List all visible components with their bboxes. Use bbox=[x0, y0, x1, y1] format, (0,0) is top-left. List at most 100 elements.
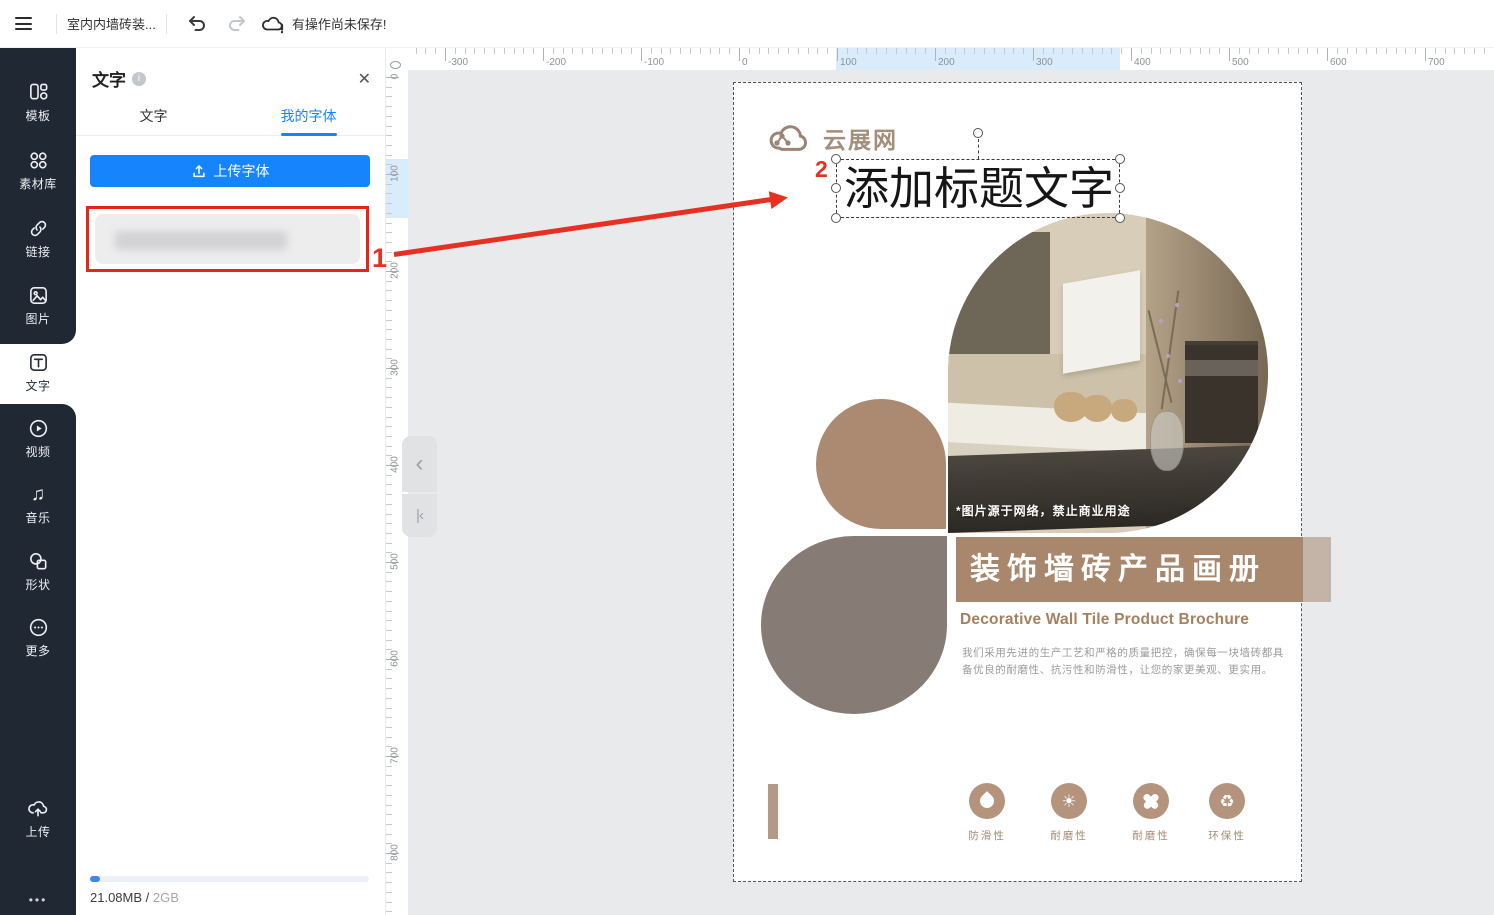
feature-wear-resistant-2[interactable]: 耐磨性 bbox=[1121, 783, 1181, 843]
topbar: 室内内墙砖装... 有操作尚未保存! bbox=[0, 0, 1494, 48]
panel-title: 文字 bbox=[92, 66, 126, 91]
ruler-origin-icon bbox=[390, 61, 401, 69]
redo-button[interactable] bbox=[220, 7, 254, 41]
undo-icon bbox=[186, 13, 208, 35]
horizontal-ruler[interactable]: -300-200-1000100200300400500600700 bbox=[408, 48, 1494, 70]
image-icon bbox=[28, 285, 49, 306]
app-root: 室内内墙砖装... 有操作尚未保存! 模板 素材库 链接 图 bbox=[0, 0, 1494, 915]
sidebar-item-text[interactable]: 文字 bbox=[0, 352, 76, 402]
feature-wear-resistant[interactable]: ☀ 耐磨性 bbox=[1039, 783, 1099, 843]
sidebar-item-label: 图片 bbox=[25, 310, 50, 327]
sidebar-item-label: 模板 bbox=[25, 107, 50, 124]
sidebar-item-label: 视频 bbox=[25, 443, 50, 460]
poster-body-text[interactable]: 我们采用先进的生产工艺和严格的质量把控，确保每一块墙砖都具 备优良的耐磨性、抗污… bbox=[962, 645, 1292, 679]
storage-total: 2GB bbox=[153, 890, 179, 905]
tab-my-fonts[interactable]: 我的字体 bbox=[231, 106, 386, 135]
resize-handle-bottom-right[interactable] bbox=[1115, 213, 1125, 223]
banner-overflow-segment bbox=[1303, 537, 1331, 602]
sidebar-item-music[interactable]: ♫ 音乐 bbox=[0, 484, 76, 534]
previous-page-button[interactable]: ‹ bbox=[402, 436, 437, 492]
text-icon bbox=[28, 352, 49, 373]
unsaved-message: 有操作尚未保存! bbox=[292, 14, 387, 33]
canvas[interactable]: 云展网 添加标题文字 bbox=[408, 70, 1494, 915]
brand-logo[interactable]: 云展网 bbox=[764, 119, 898, 157]
first-page-button[interactable]: |‹ bbox=[402, 494, 437, 537]
droplet-icon bbox=[977, 791, 997, 811]
cloud-network-logo bbox=[764, 119, 816, 157]
page-navigation: ‹ |‹ bbox=[402, 436, 437, 537]
panel-header: 文字 i ✕ bbox=[92, 66, 371, 91]
sidebar-overflow-dots[interactable]: ••• bbox=[0, 893, 76, 907]
body-line: 我们采用先进的生产工艺和严格的质量把控，确保每一块墙砖都具 bbox=[962, 645, 1292, 662]
hamburger-icon bbox=[15, 17, 32, 30]
gray-teardrop-shape[interactable] bbox=[761, 536, 947, 714]
arrow-head-icon bbox=[769, 188, 789, 208]
feature-row: 防滑性 ☀ 耐磨性 耐磨性 ♻ 环保性 bbox=[734, 783, 1303, 843]
feature-label: 耐磨性 bbox=[1121, 828, 1181, 843]
tan-teardrop-shape[interactable] bbox=[816, 399, 946, 529]
text-panel: 文字 i ✕ 文字 我的字体 上传字体 21.08MB / 2GB bbox=[76, 48, 386, 915]
tab-text[interactable]: 文字 bbox=[76, 106, 231, 135]
cloud-alert-icon bbox=[261, 13, 287, 35]
undo-button[interactable] bbox=[180, 7, 214, 41]
document-title: 室内内墙砖装... bbox=[67, 14, 156, 33]
music-icon: ♫ bbox=[31, 484, 45, 505]
upload-font-icon bbox=[191, 163, 207, 179]
resize-handle-top-left[interactable] bbox=[831, 154, 841, 164]
resize-handle-mid-left[interactable] bbox=[831, 183, 841, 193]
censored-font-name bbox=[115, 231, 287, 250]
upload-font-button[interactable]: 上传字体 bbox=[90, 155, 370, 187]
sidebar-item-images[interactable]: 图片 bbox=[0, 285, 76, 335]
recycle-icon: ♻ bbox=[1219, 793, 1234, 810]
storage-used: 21.08MB bbox=[90, 890, 142, 905]
upload-font-label: 上传字体 bbox=[214, 161, 270, 181]
resize-handle-mid-right[interactable] bbox=[1115, 183, 1125, 193]
save-status: 有操作尚未保存! bbox=[261, 13, 387, 35]
sidebar-item-label: 上传 bbox=[25, 823, 50, 840]
resize-handle-top-right[interactable] bbox=[1115, 154, 1125, 164]
assets-icon bbox=[28, 150, 49, 171]
video-icon bbox=[28, 418, 49, 439]
image-source-caption: *图片源于网络，禁止商业用途 bbox=[956, 502, 1131, 519]
annotation-step-1: 1 bbox=[372, 243, 387, 274]
hamburger-menu-button[interactable] bbox=[0, 0, 46, 48]
storage-indicator: 21.08MB / 2GB bbox=[90, 876, 369, 905]
chevron-left-icon: ‹ bbox=[416, 450, 424, 478]
sidebar-item-label: 形状 bbox=[25, 576, 50, 593]
rotation-handle[interactable] bbox=[973, 128, 983, 138]
sidebar-item-label: 更多 bbox=[25, 642, 50, 659]
sidebar-item-templates[interactable]: 模板 bbox=[0, 82, 76, 132]
upload-icon bbox=[27, 798, 49, 819]
poster-subtitle[interactable]: Decorative Wall Tile Product Brochure bbox=[960, 611, 1249, 629]
kitchen-photo[interactable] bbox=[948, 213, 1268, 533]
sidebar-item-label: 文字 bbox=[25, 377, 50, 394]
shape-icon bbox=[28, 551, 49, 572]
topbar-divider bbox=[56, 14, 57, 34]
active-tab-underline bbox=[281, 133, 337, 136]
sidebar-item-shapes[interactable]: 形状 bbox=[0, 551, 76, 601]
annotation-step-2: 2 bbox=[815, 156, 828, 183]
skip-to-first-icon: |‹ bbox=[416, 507, 423, 524]
selection-bounding-box[interactable] bbox=[836, 159, 1120, 218]
close-icon[interactable]: ✕ bbox=[358, 69, 371, 89]
feature-anti-slip[interactable]: 防滑性 bbox=[957, 783, 1017, 843]
more-icon bbox=[28, 617, 49, 638]
feature-eco-friendly[interactable]: ♻ 环保性 bbox=[1197, 783, 1257, 843]
resize-handle-bottom-left[interactable] bbox=[831, 213, 841, 223]
rotation-handle-line bbox=[978, 139, 979, 159]
sidebar-item-assets[interactable]: 素材库 bbox=[0, 150, 76, 200]
sidebar-item-links[interactable]: 链接 bbox=[0, 218, 76, 268]
sidebar-item-upload[interactable]: 上传 bbox=[0, 798, 76, 848]
uploaded-font-item[interactable] bbox=[95, 214, 360, 264]
ruler-corner[interactable] bbox=[386, 48, 408, 70]
sidebar-item-label: 链接 bbox=[25, 243, 50, 260]
sidebar: 模板 素材库 链接 图片 文字 视频 ♫ 音乐 形状 bbox=[0, 48, 76, 915]
storage-progress-fill bbox=[90, 876, 100, 882]
sidebar-item-more[interactable]: 更多 bbox=[0, 617, 76, 667]
info-icon[interactable]: i bbox=[132, 72, 146, 86]
poster-title-banner[interactable]: 装饰墙砖产品画册 bbox=[956, 537, 1303, 602]
storage-separator: / bbox=[142, 890, 153, 905]
crossed-tiles-icon bbox=[1141, 791, 1161, 811]
sidebar-item-label: 音乐 bbox=[25, 509, 50, 526]
sidebar-item-video[interactable]: 视频 bbox=[0, 418, 76, 468]
